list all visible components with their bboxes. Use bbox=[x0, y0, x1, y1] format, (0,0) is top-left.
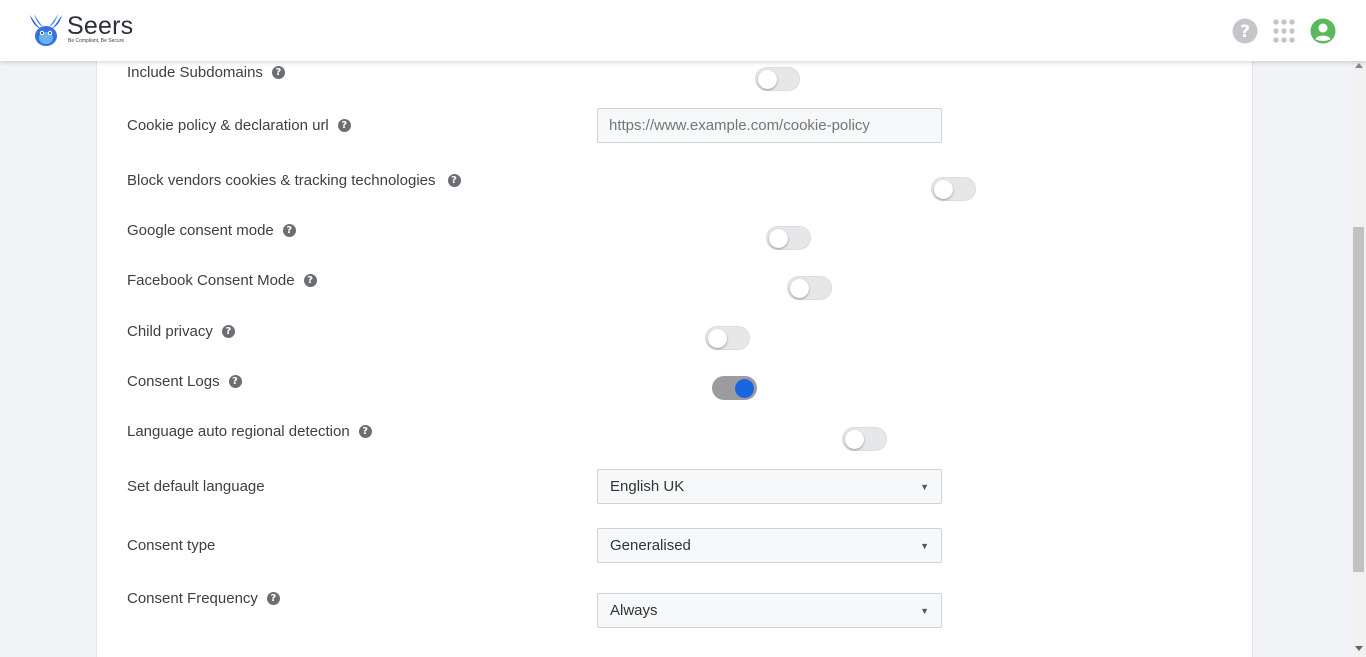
seers-bird-icon bbox=[30, 14, 62, 46]
child-privacy-label: Child privacy bbox=[127, 322, 213, 340]
include-subdomains-toggle[interactable] bbox=[754, 67, 800, 91]
help-icon[interactable]: ? bbox=[221, 324, 235, 338]
google-consent-mode-toggle[interactable] bbox=[765, 226, 811, 250]
row-language-detection: Language auto regional detection ? bbox=[127, 413, 1027, 451]
help-icon[interactable]: ? bbox=[266, 591, 280, 605]
default-language-label: Set default language bbox=[127, 477, 265, 495]
row-google-consent-mode: Google consent mode ? bbox=[127, 212, 1027, 250]
default-language-select[interactable]: English UK ▼ bbox=[597, 469, 942, 504]
row-child-privacy: Child privacy ? bbox=[127, 313, 1027, 350]
help-icon[interactable]: ? bbox=[282, 223, 296, 237]
consent-frequency-select[interactable]: Always ▼ bbox=[597, 593, 942, 628]
row-block-vendors: Block vendors cookies & tracking technol… bbox=[127, 162, 1027, 201]
include-subdomains-label: Include Subdomains bbox=[127, 63, 263, 81]
google-consent-mode-label: Google consent mode bbox=[127, 221, 274, 239]
help-circle-icon[interactable]: ? bbox=[1232, 18, 1258, 44]
top-bar: Seers Be Compliant, Be Secure ? bbox=[0, 0, 1366, 61]
row-facebook-consent-mode: Facebook Consent Mode ? bbox=[127, 262, 1027, 300]
help-icon[interactable]: ? bbox=[447, 173, 461, 187]
consent-frequency-label: Consent Frequency bbox=[127, 589, 258, 607]
consent-frequency-value: Always bbox=[610, 602, 658, 619]
consent-type-select[interactable]: Generalised ▼ bbox=[597, 528, 942, 563]
settings-card: Include Subdomains ? Cookie policy & dec… bbox=[96, 61, 1253, 657]
language-detection-toggle[interactable] bbox=[841, 427, 887, 451]
block-vendors-toggle[interactable] bbox=[930, 177, 976, 201]
consent-logs-label: Consent Logs bbox=[127, 372, 220, 390]
scrollbar-thumb[interactable] bbox=[1353, 227, 1364, 572]
chevron-down-icon: ▼ bbox=[920, 481, 929, 492]
help-icon[interactable]: ? bbox=[303, 273, 317, 287]
default-language-value: English UK bbox=[610, 478, 685, 495]
language-detection-label: Language auto regional detection bbox=[127, 422, 350, 440]
apps-grid-icon[interactable] bbox=[1272, 18, 1296, 44]
svg-text:?: ? bbox=[1240, 22, 1250, 42]
row-consent-type: Consent type Generalised ▼ bbox=[127, 527, 1027, 563]
row-consent-logs: Consent Logs ? bbox=[127, 363, 1027, 400]
row-cookie-policy-url: Cookie policy & declaration url ? bbox=[127, 107, 1027, 143]
row-consent-frequency: Consent Frequency ? Always ▼ bbox=[127, 580, 1027, 628]
consent-type-label: Consent type bbox=[127, 536, 216, 554]
scroll-up-arrow-icon[interactable] bbox=[1355, 63, 1363, 68]
child-privacy-toggle[interactable] bbox=[704, 326, 750, 350]
chevron-down-icon: ▼ bbox=[920, 540, 929, 551]
brand-name: Seers bbox=[67, 12, 134, 40]
cookie-policy-url-input[interactable] bbox=[597, 108, 942, 143]
seers-logo[interactable]: Seers Be Compliant, Be Secure bbox=[28, 13, 133, 49]
scroll-down-arrow-icon[interactable] bbox=[1355, 646, 1363, 651]
help-icon[interactable]: ? bbox=[228, 374, 242, 388]
chevron-down-icon: ▼ bbox=[920, 605, 929, 616]
brand-tagline: Be Compliant, Be Secure bbox=[68, 38, 125, 44]
user-avatar-icon[interactable] bbox=[1310, 18, 1336, 44]
consent-logs-toggle[interactable] bbox=[711, 376, 757, 400]
help-icon[interactable]: ? bbox=[337, 118, 351, 132]
block-vendors-label: Block vendors cookies & tracking technol… bbox=[127, 171, 436, 189]
consent-type-value: Generalised bbox=[610, 537, 691, 554]
vertical-scrollbar[interactable] bbox=[1351, 61, 1366, 657]
facebook-consent-mode-toggle[interactable] bbox=[786, 276, 832, 300]
row-default-language: Set default language English UK ▼ bbox=[127, 468, 1027, 504]
cookie-policy-url-label: Cookie policy & declaration url bbox=[127, 116, 329, 134]
help-icon[interactable]: ? bbox=[271, 65, 285, 79]
facebook-consent-mode-label: Facebook Consent Mode bbox=[127, 271, 295, 289]
help-icon[interactable]: ? bbox=[358, 424, 372, 438]
